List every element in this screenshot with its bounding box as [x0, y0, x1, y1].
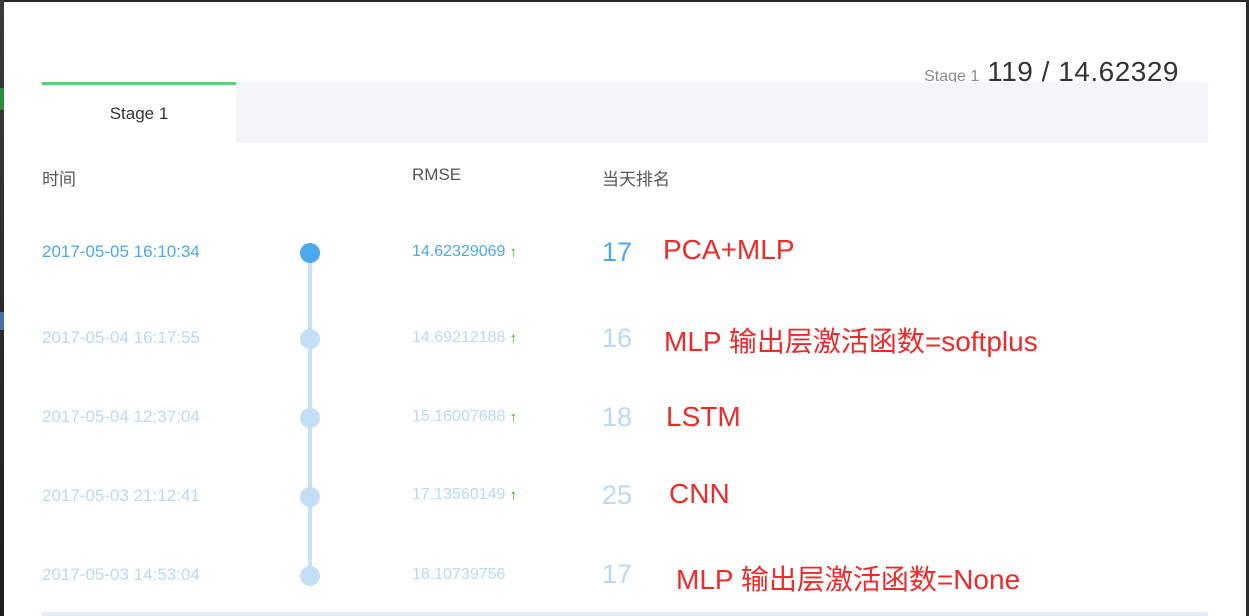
tab-label: Stage 1	[109, 104, 169, 123]
background-window-fragment	[0, 88, 4, 110]
daily-rank: 17	[602, 559, 633, 589]
daily-rank: 25	[602, 480, 633, 510]
submission-rmse: 14.62329069 ↑	[412, 243, 517, 261]
column-header-rank: 当天排名	[602, 170, 670, 189]
model-annotation: MLP 输出层激活函数=softplus	[664, 326, 1038, 357]
submission-rmse: 14.69212188 ↑	[412, 329, 517, 347]
rmse-value: 15.16007688	[412, 408, 506, 425]
model-annotation: LSTM	[666, 401, 741, 432]
stage-tabbar: Stage 1	[42, 82, 1208, 143]
submission-time: 2017-05-04 12:37:04	[42, 407, 200, 426]
submission-time: 2017-05-04 16:17:55	[42, 328, 200, 347]
daily-rank: 18	[602, 402, 633, 432]
model-annotation: PCA+MLP	[663, 234, 795, 265]
up-arrow-icon: ↑	[509, 243, 517, 261]
timeline-dot-icon	[300, 329, 320, 349]
column-header-rmse: RMSE	[412, 165, 462, 184]
table-bottom-border	[42, 612, 1208, 616]
up-arrow-icon: ↑	[509, 329, 517, 347]
column-header-time: 时间	[42, 170, 76, 189]
model-annotation: MLP 输出层激活函数=None	[676, 564, 1021, 595]
timeline-dot-icon	[300, 487, 320, 507]
model-annotation: CNN	[669, 478, 730, 509]
submission-time: 2017-05-03 21:12:41	[42, 486, 200, 505]
daily-rank: 17	[602, 237, 633, 267]
background-window-fragment	[0, 312, 4, 330]
timeline-dot-icon	[300, 408, 320, 428]
rmse-value: 14.69212188	[412, 329, 506, 346]
submission-rmse: 17.13560149 ↑	[412, 486, 517, 504]
timeline-dot-icon	[300, 243, 320, 263]
window-left-border	[0, 0, 4, 616]
up-arrow-icon: ↑	[509, 486, 517, 504]
timeline-dot-icon	[300, 566, 320, 586]
up-arrow-icon: ↑	[509, 408, 517, 426]
submission-time: 2017-05-03 14:53:04	[42, 565, 200, 584]
rmse-value: 18.10739756	[412, 566, 506, 583]
window-top-border	[0, 0, 1249, 2]
submission-rmse: 18.10739756	[412, 566, 505, 584]
tab-stage-1[interactable]: Stage 1	[42, 82, 236, 143]
rmse-value: 14.62329069	[412, 243, 506, 260]
rmse-value: 17.13560149	[412, 486, 506, 503]
submission-rmse: 15.16007688 ↑	[412, 408, 517, 426]
daily-rank: 16	[602, 323, 633, 353]
submission-time: 2017-05-05 16:10:34	[42, 242, 200, 261]
